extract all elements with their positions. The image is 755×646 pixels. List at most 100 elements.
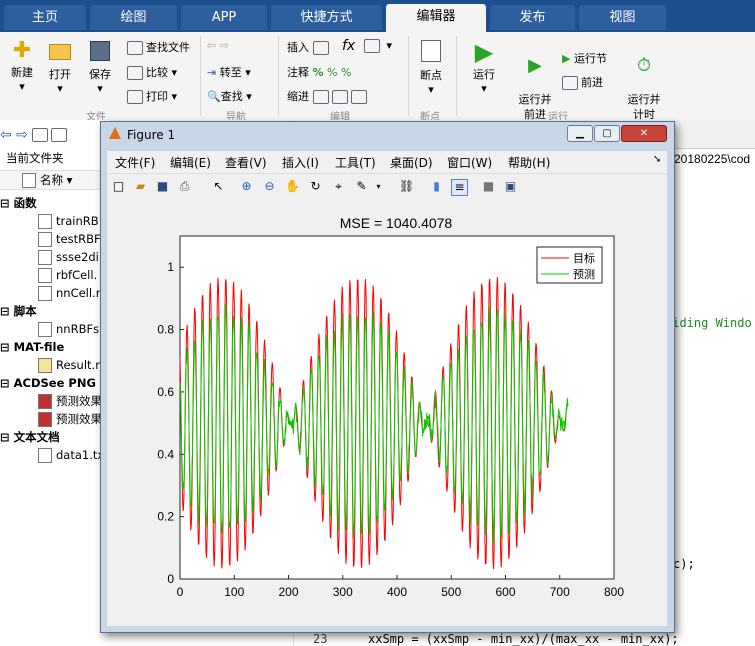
pointer-icon[interactable]: ↖ — [211, 179, 226, 194]
legend[interactable]: 目标 预测 — [536, 246, 603, 284]
menu-dock-icon[interactable]: ➘ — [653, 154, 661, 165]
find-button[interactable]: 🔍查找 ▾ — [207, 88, 252, 104]
menu-edit[interactable]: 编辑(E) — [170, 154, 211, 171]
script-file-icon — [38, 322, 52, 337]
menu-view[interactable]: 查看(V) — [225, 154, 267, 171]
tab-view[interactable]: 视图 — [579, 5, 666, 30]
tab-plots[interactable]: 绘图 — [90, 5, 177, 30]
find-files-button[interactable]: 查找文件 — [127, 39, 190, 55]
x-tick-label: 0 — [177, 585, 184, 599]
hide-plot-tools-icon[interactable]: ■ — [481, 179, 496, 194]
tab-editor[interactable]: 编辑器 — [386, 4, 486, 32]
menu-insert[interactable]: 插入(I) — [282, 154, 319, 171]
editor-ribbon: ✚ 新建 ▾ 打开 ▾ 保存 ▾ 查找文件 比较 ▾ 打印 ▾ 文件 ⇦ ⇨ ⇥ 转至… — [0, 32, 755, 123]
list-item[interactable]: trainRB — [38, 212, 99, 230]
legend-icon[interactable]: ≡ — [451, 179, 468, 196]
path-tail: 20180225\cod — [674, 152, 751, 166]
menu-help[interactable]: 帮助(H) — [508, 154, 550, 171]
compare-icon — [127, 66, 143, 80]
name-column-header[interactable]: 名称 ▾ — [0, 170, 110, 190]
menu-window[interactable]: 窗口(W) — [447, 154, 492, 171]
new-figure-icon[interactable]: □ — [111, 179, 126, 194]
list-item[interactable]: rbfCell. — [38, 266, 97, 284]
pan-icon[interactable]: ✋ — [285, 179, 300, 194]
x-tick-label: 200 — [278, 585, 298, 599]
percent-wrap-icon: % — [340, 66, 352, 79]
x-tick-label: 300 — [333, 585, 353, 599]
list-item[interactable]: 预测效果 — [38, 410, 102, 428]
breakpoints-button[interactable]: 断点 ▾ — [413, 38, 449, 96]
zoom-out-icon[interactable]: ⊖ — [262, 179, 277, 194]
folder-nav-arrows[interactable]: ⇦ ⇨ — [0, 126, 70, 144]
menu-tools[interactable]: 工具(T) — [335, 154, 376, 171]
indent-button[interactable]: 缩进 — [287, 88, 370, 104]
list-item[interactable]: 预测效果 — [38, 392, 102, 410]
comment-button[interactable]: 注释 % % % — [287, 64, 351, 80]
print-figure-icon[interactable]: ⎙ — [177, 179, 192, 194]
maximize-button[interactable]: ▢ — [594, 125, 620, 142]
goto-button[interactable]: ⇥ 转至 ▾ — [207, 64, 251, 80]
tab-shortcuts[interactable]: 快捷方式 — [271, 5, 382, 30]
link-plot-icon[interactable]: ⛓ — [399, 179, 414, 194]
menu-desktop[interactable]: 桌面(D) — [390, 154, 433, 171]
figure-toolbar: □ ▰ ■ ⎙ ↖ ⊕ ⊖ ✋ ↻ ⌖ ✎ ▾ ⛓ ▮ ≡ ■ ▣ — [107, 173, 667, 201]
group-text-docs[interactable]: ⊟ 文本文档 — [0, 428, 60, 446]
axes-box — [179, 235, 615, 580]
tab-home[interactable]: 主页 — [4, 5, 86, 30]
list-item[interactable]: Result.n — [38, 356, 102, 374]
x-tick-label: 500 — [441, 585, 461, 599]
colorbar-icon[interactable]: ▮ — [429, 179, 444, 194]
group-png[interactable]: ⊟ ACDSee PNG — [0, 374, 96, 392]
open-file-icon[interactable]: ▰ — [133, 179, 148, 194]
y-tick-label: 0.8 — [157, 323, 174, 337]
insert-button[interactable]: 插入 — [287, 39, 332, 55]
figure-window[interactable]: Figure 1 ▁ ▢ ✕ 文件(F) 编辑(E) 查看(V) 插入(I) 工… — [100, 121, 675, 633]
tab-publish[interactable]: 发布 — [490, 5, 575, 30]
list-item[interactable]: nnRBFs — [38, 320, 99, 338]
legend-label-predicted: 预测 — [573, 268, 595, 281]
run-button[interactable]: ▶ 运行 ▾ — [466, 38, 502, 95]
zoom-in-icon[interactable]: ⊕ — [239, 179, 254, 194]
breakpoints-icon — [421, 40, 441, 62]
run-section-button[interactable]: ▶ 运行节 — [562, 50, 607, 66]
function-file-icon — [38, 250, 52, 265]
group-functions[interactable]: ⊟ 函数 — [0, 194, 37, 212]
list-item[interactable]: ssse2di — [38, 248, 99, 266]
close-button[interactable]: ✕ — [621, 125, 667, 142]
data-cursor-icon[interactable]: ⌖ — [331, 179, 346, 194]
run-section-icon: ▶ — [562, 52, 571, 65]
goto-icon: ⇥ — [207, 66, 217, 79]
new-icon: ✚ — [12, 38, 32, 63]
list-item[interactable]: data1.tx — [38, 446, 104, 464]
nav-back-forward[interactable]: ⇦ ⇨ — [207, 39, 229, 52]
brush-icon[interactable]: ✎ — [354, 179, 369, 194]
compare-button[interactable]: 比较 ▾ — [127, 64, 177, 80]
current-folder-title: 当前文件夹 — [6, 151, 64, 165]
save-button[interactable]: 保存 ▾ — [82, 38, 118, 95]
file-icon — [22, 173, 36, 188]
function-file-icon — [38, 268, 52, 283]
text-file-icon — [38, 448, 52, 463]
group-scripts[interactable]: ⊟ 脚本 — [0, 302, 37, 320]
search-icon: 🔍 — [207, 90, 221, 103]
function-icon[interactable]: ▾ — [364, 39, 392, 53]
menu-file[interactable]: 文件(F) — [115, 154, 155, 171]
list-item[interactable]: testRBF — [38, 230, 101, 248]
tab-apps[interactable]: APP — [181, 5, 267, 30]
plot-area: MSE = 1040.4078 0 100 200 300 400 500 600 700 80… — [107, 200, 667, 626]
list-item[interactable]: nnCell.r — [38, 284, 100, 302]
minimize-button[interactable]: ▁ — [567, 125, 593, 142]
rotate-icon[interactable]: ↻ — [308, 179, 323, 194]
fx-button[interactable]: fx — [342, 38, 355, 54]
group-mat-file[interactable]: ⊟ MAT-file — [0, 338, 64, 356]
run-advance-icon: ▶ — [528, 55, 542, 76]
advance-button[interactable]: 前进 — [562, 74, 603, 90]
mse-line-chart[interactable]: MSE = 1040.4078 0 100 200 300 400 500 600 700 80… — [107, 200, 667, 626]
open-button[interactable]: 打开 ▾ — [42, 38, 78, 95]
new-button[interactable]: ✚ 新建 ▾ — [4, 38, 40, 93]
brush-dropdown-icon[interactable]: ▾ — [371, 179, 386, 194]
folder-icon — [49, 44, 71, 60]
save-figure-icon[interactable]: ■ — [155, 179, 170, 194]
print-button[interactable]: 打印 ▾ — [127, 88, 177, 104]
show-plot-tools-icon[interactable]: ▣ — [503, 179, 518, 194]
